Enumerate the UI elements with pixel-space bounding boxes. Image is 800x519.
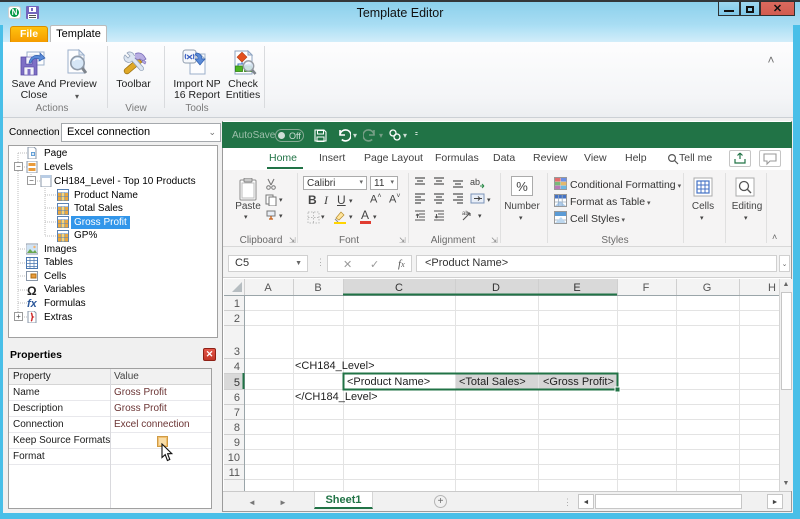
- svg-text:6: 6: [234, 392, 240, 404]
- svg-text:4: 4: [234, 361, 240, 373]
- svg-text:B: B: [314, 282, 321, 294]
- svg-text:ab: ab: [462, 211, 469, 217]
- svg-text:11: 11: [229, 467, 240, 479]
- svg-text:3: 3: [234, 346, 240, 358]
- svg-text:E: E: [573, 282, 580, 294]
- svg-text:G: G: [703, 282, 712, 294]
- svg-text:5: 5: [234, 377, 240, 389]
- svg-text:1: 1: [234, 298, 240, 310]
- svg-text:<Gross Profit>: <Gross Profit>: [543, 376, 614, 388]
- svg-text:<CH184_Level>: <CH184_Level>: [295, 360, 375, 372]
- svg-text:2: 2: [234, 313, 240, 325]
- svg-text:8: 8: [234, 422, 240, 434]
- svg-text:D: D: [492, 282, 500, 294]
- svg-text:<Product Name>: <Product Name>: [347, 376, 430, 388]
- svg-text:<Total Sales>: <Total Sales>: [459, 376, 526, 388]
- svg-text:ab: ab: [470, 177, 480, 187]
- svg-text:9: 9: [234, 437, 240, 449]
- svg-text:F: F: [643, 282, 650, 294]
- svg-text:10: 10: [228, 452, 240, 464]
- svg-text:A: A: [264, 282, 272, 294]
- svg-text:H: H: [768, 282, 776, 294]
- svg-text:7: 7: [234, 407, 240, 419]
- svg-text:C: C: [395, 282, 403, 294]
- svg-text:</CH184_Level>: </CH184_Level>: [295, 391, 378, 403]
